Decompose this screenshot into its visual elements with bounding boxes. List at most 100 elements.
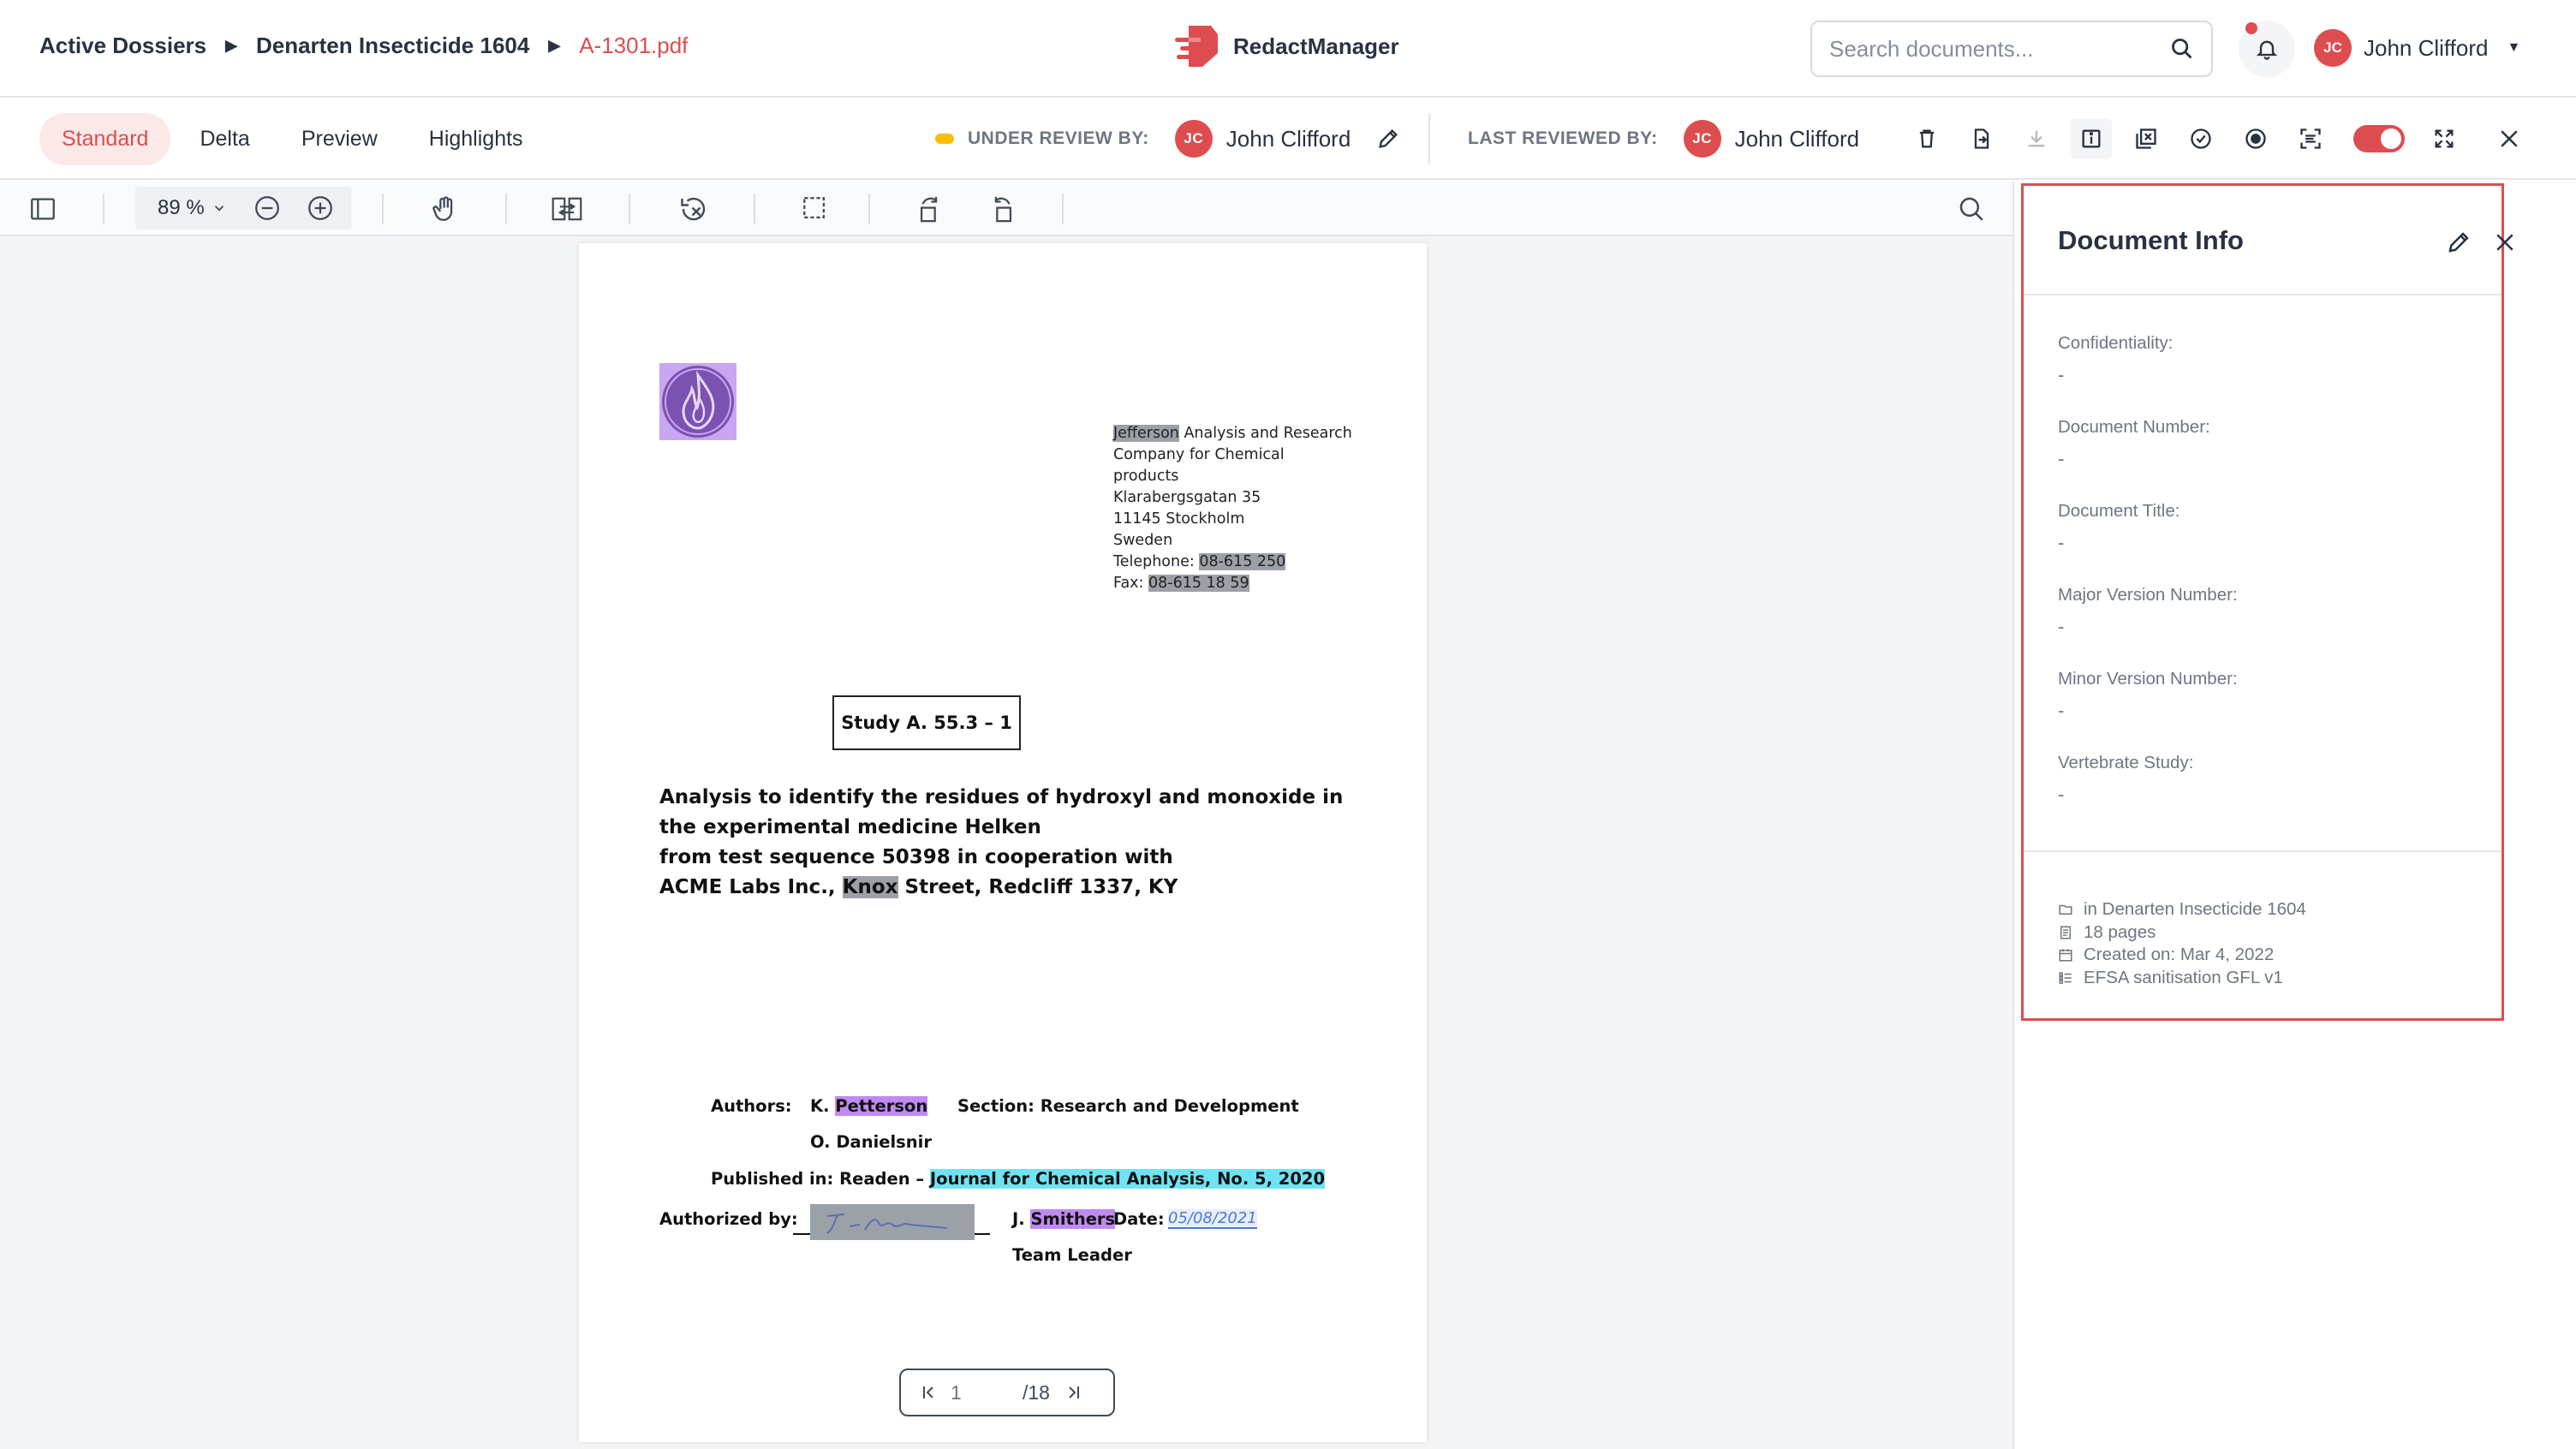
notifications-button[interactable] xyxy=(2239,21,2295,77)
address-line: Klarabergsgatan 35 xyxy=(1113,489,1261,506)
zoom-out-icon[interactable] xyxy=(253,194,282,223)
fullscreen-button[interactable] xyxy=(2424,118,2465,159)
calendar-icon xyxy=(2059,949,2072,962)
document-actions xyxy=(1906,118,2543,159)
address-line: 11145 Stockholm xyxy=(1113,510,1245,528)
address-line: products xyxy=(1113,468,1179,485)
page-number-input[interactable] xyxy=(951,1380,1011,1404)
meta-created-text: Created on: Mar 4, 2022 xyxy=(2084,945,2275,964)
document-info-panel: Document Info Confidentiality: - Documen… xyxy=(2021,183,2513,1021)
clear-selection-button[interactable] xyxy=(675,190,713,228)
approve-button[interactable] xyxy=(2180,118,2221,159)
meta-created: Created on: Mar 4, 2022 xyxy=(2058,944,2306,967)
hand-icon xyxy=(432,196,453,221)
avatar: JC xyxy=(2314,29,2352,67)
chevron-down-icon[interactable] xyxy=(212,200,227,216)
logo-icon xyxy=(1175,26,1218,67)
pan-tool-button[interactable] xyxy=(426,190,464,228)
rotate-left-button[interactable] xyxy=(911,190,949,228)
meta-pages-text: 18 pages xyxy=(2084,921,2156,942)
meta-template: EFSA sanitisation GFL v1 xyxy=(2058,967,2306,990)
breadcrumb-caret-icon: ▶ xyxy=(548,37,561,54)
flame-logo-icon xyxy=(662,366,734,438)
page-total: /18 xyxy=(1023,1380,1050,1404)
ocr-button[interactable] xyxy=(2290,118,2331,159)
signature-redaction[interactable] xyxy=(810,1204,975,1240)
telephone-label: Telephone: xyxy=(1113,553,1200,570)
field-major-version: Major Version Number: - xyxy=(2058,585,2238,638)
tab-standard[interactable]: Standard xyxy=(39,113,171,165)
redaction-highlight[interactable]: 08-615 18 59 xyxy=(1148,575,1249,592)
meta-dossier: in Denarten Insecticide 1604 xyxy=(2058,898,2306,921)
sidebar-panel-icon xyxy=(31,198,55,220)
redaction-highlight[interactable]: Knox xyxy=(842,876,898,898)
search-document-button[interactable] xyxy=(1953,190,1990,228)
user-name: John Clifford xyxy=(2364,34,2489,61)
user-menu[interactable]: JC John Clifford ▼ xyxy=(2314,29,2520,67)
auto-analysis-toggle[interactable] xyxy=(2353,125,2405,152)
first-page-icon[interactable] xyxy=(920,1382,939,1403)
rotate-right-button[interactable] xyxy=(983,190,1021,228)
redaction-highlight[interactable]: Journal for Chemical Analysis, No. 5, 20… xyxy=(929,1169,1326,1189)
panel-title: Document Info xyxy=(2058,225,2244,255)
title-line: Street, Redcliff 1337, KY xyxy=(897,876,1178,898)
author-initial: K. xyxy=(810,1096,836,1116)
field-value: - xyxy=(2058,784,2065,805)
redaction-highlight[interactable]: Jefferson xyxy=(1113,425,1179,442)
record-button[interactable] xyxy=(2235,118,2276,159)
meta-template-text: EFSA sanitisation GFL v1 xyxy=(2084,967,2283,987)
exclude-pages-button[interactable] xyxy=(2126,118,2167,159)
delete-button[interactable] xyxy=(1906,118,1947,159)
expand-icon xyxy=(2435,129,2454,148)
last-reviewed-name: John Clifford xyxy=(1734,125,1860,152)
app-logo[interactable]: RedactManager xyxy=(1172,22,1399,70)
tab-delta[interactable]: Delta xyxy=(177,113,271,165)
document-info-button[interactable] xyxy=(2071,118,2112,159)
field-label: Minor Version Number: xyxy=(2058,669,2238,689)
address-text: Analysis and Research xyxy=(1178,425,1352,442)
title-line: from test sequence 50398 in cooperation … xyxy=(659,846,1173,868)
zoom-in-icon[interactable] xyxy=(306,194,335,223)
divider xyxy=(2024,850,2501,852)
breadcrumb-current-file[interactable]: A-1301.pdf xyxy=(579,33,688,59)
authors-label: Authors: xyxy=(711,1096,792,1116)
toggle-thumbnails-button[interactable] xyxy=(24,190,62,228)
breadcrumb-dossier[interactable]: Denarten Insecticide 1604 xyxy=(256,33,529,59)
avatar: JC xyxy=(1683,120,1721,158)
field-confidentiality: Confidentiality: - xyxy=(2058,333,2173,386)
redaction-highlight[interactable]: Smithers xyxy=(1030,1209,1116,1229)
divider xyxy=(1428,113,1430,164)
breadcrumb: Active Dossiers ▶ Denarten Insecticide 1… xyxy=(39,33,688,59)
compare-button[interactable] xyxy=(548,190,586,228)
pencil-icon xyxy=(2448,232,2469,253)
tab-highlights[interactable]: Highlights xyxy=(407,113,546,165)
breadcrumb-active-dossiers[interactable]: Active Dossiers xyxy=(39,33,206,59)
field-label: Major Version Number: xyxy=(2058,585,2238,605)
area-select-icon xyxy=(803,197,826,219)
close-document-button[interactable] xyxy=(2489,118,2530,159)
area-select-button[interactable] xyxy=(796,190,834,228)
search-icon[interactable] xyxy=(2170,37,2194,61)
redaction-highlight[interactable]: Petterson xyxy=(835,1096,928,1116)
export-button[interactable] xyxy=(1961,118,2002,159)
edit-info-button[interactable] xyxy=(2442,225,2476,259)
last-page-icon[interactable] xyxy=(1064,1382,1082,1403)
date-value-highlight[interactable]: 05/08/2021 xyxy=(1168,1209,1257,1229)
tab-preview[interactable]: Preview xyxy=(279,113,400,165)
close-panel-button[interactable] xyxy=(2488,225,2522,259)
pdf-page[interactable]: Jefferson Analysis and Research Company … xyxy=(579,243,1427,1442)
zoom-level[interactable]: 89 % xyxy=(158,196,205,220)
signer: J. Smithers xyxy=(1012,1209,1116,1229)
edit-reviewer-icon[interactable] xyxy=(1376,127,1400,151)
compare-icon xyxy=(552,197,582,221)
search-icon xyxy=(1959,197,1983,221)
download-button[interactable] xyxy=(2016,118,2057,159)
field-label: Document Number: xyxy=(2058,417,2210,437)
field-label: Document Title: xyxy=(2058,501,2180,521)
close-icon xyxy=(2501,130,2518,147)
search-input[interactable] xyxy=(1829,35,2170,63)
meta-pages: 18 pages xyxy=(2058,921,2306,945)
field-document-number: Document Number: - xyxy=(2058,417,2210,470)
redaction-highlight[interactable]: 08-615 250 xyxy=(1199,553,1286,570)
address-line: Company for Chemical xyxy=(1113,446,1285,463)
